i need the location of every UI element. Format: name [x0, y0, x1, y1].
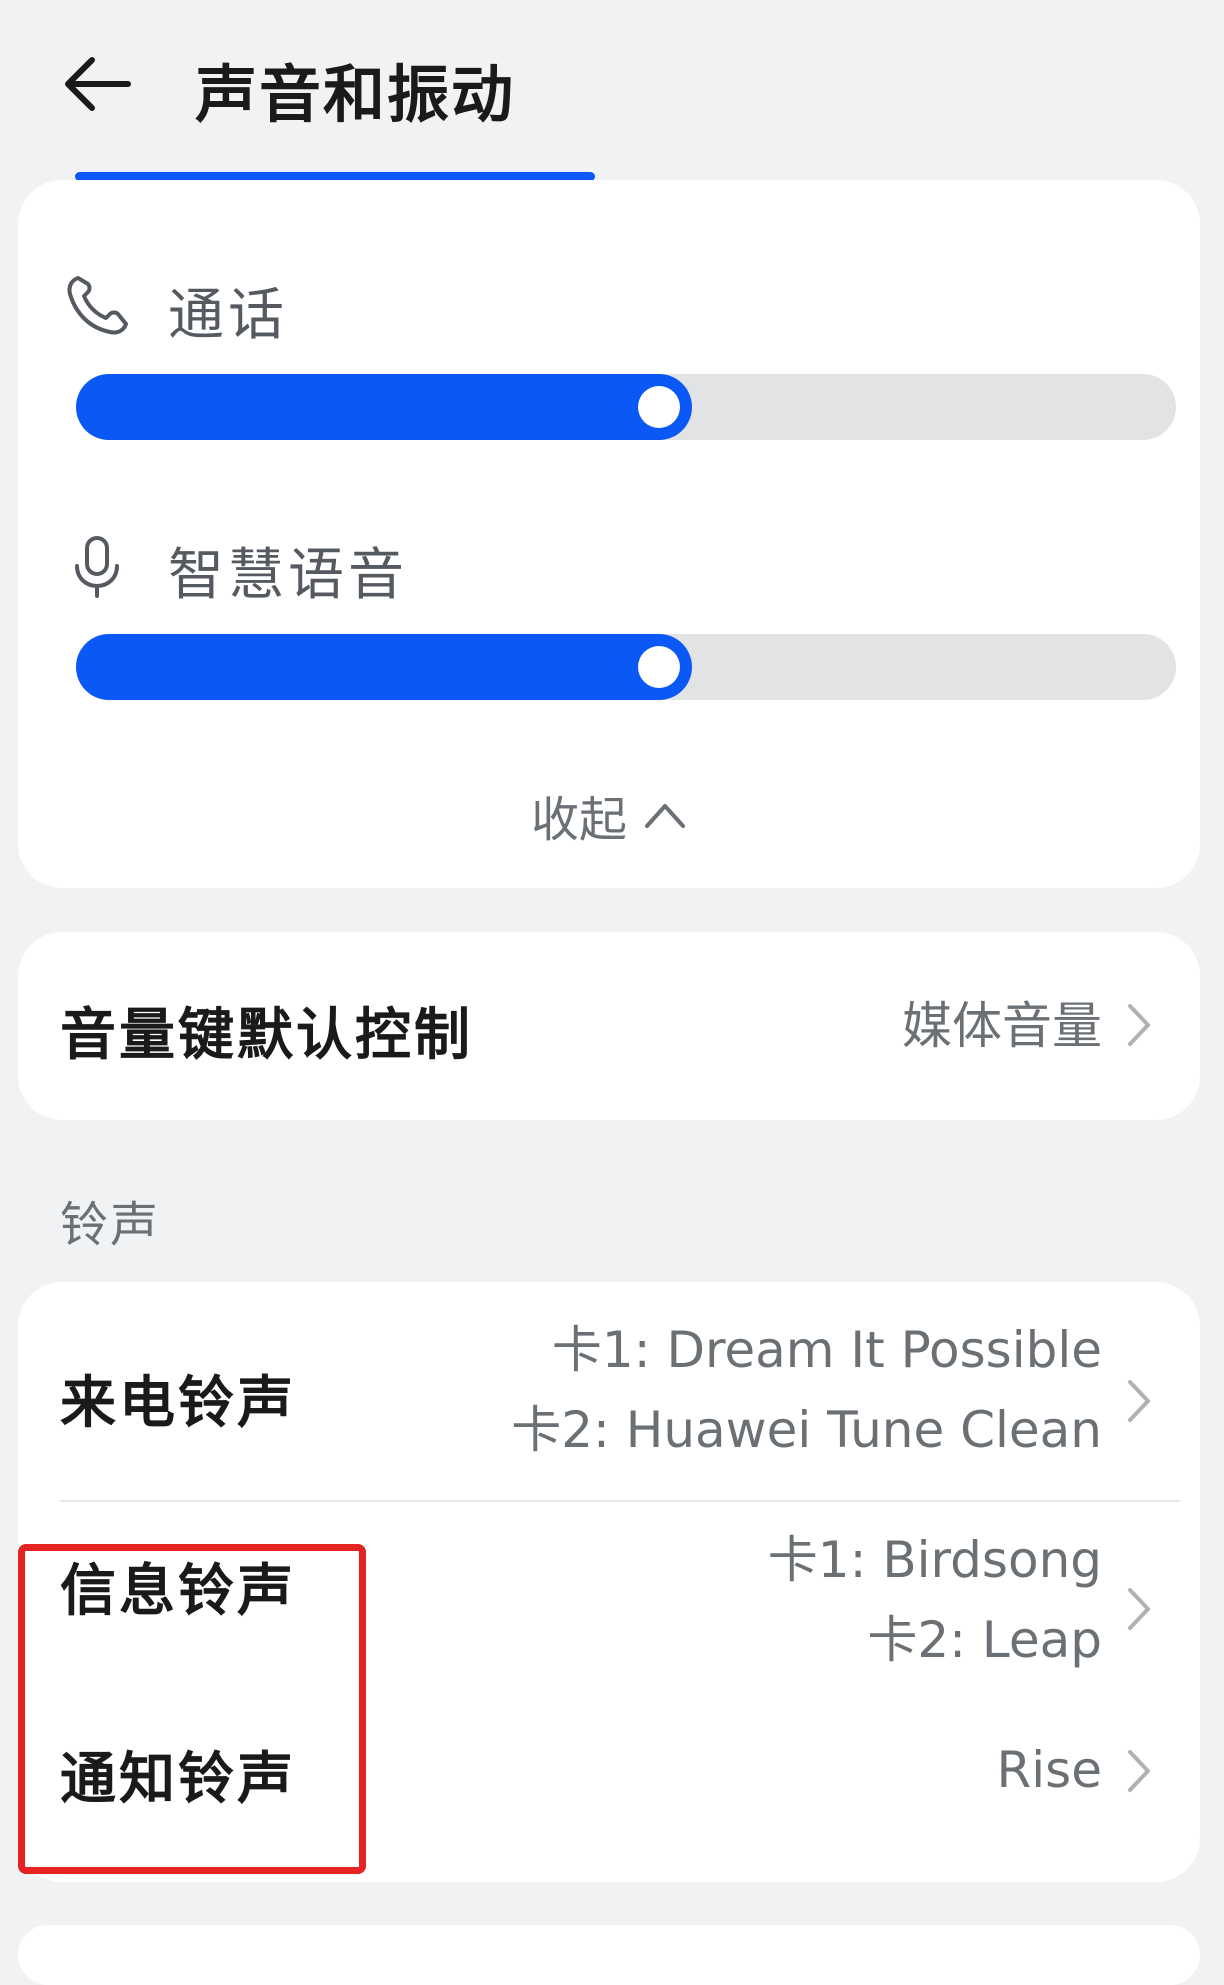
- incoming-ringtone-row[interactable]: 来电铃声 卡1: Dream It Possible 卡2: Huawei Tu…: [18, 1282, 1200, 1500]
- chevron-right-icon: [1128, 1004, 1150, 1046]
- chevron-right-icon: [1128, 1380, 1150, 1422]
- incoming-ringtone-sim1: 卡1: Dream It Possible: [551, 1321, 1102, 1379]
- call-volume-slider[interactable]: [76, 374, 1176, 440]
- call-volume-label: 通话: [168, 283, 288, 348]
- call-volume-fill: [76, 374, 692, 440]
- phone-icon: [67, 276, 128, 335]
- chevron-right-icon: [1128, 1588, 1150, 1630]
- page-title: 声音和振动: [195, 58, 516, 131]
- chevron-up-icon: [645, 804, 685, 828]
- call-volume-thumb[interactable]: [638, 386, 680, 428]
- message-ringtone-values: 卡1: Birdsong 卡2: Leap: [768, 1520, 1102, 1680]
- volume-key-row[interactable]: 音量键默认控制 媒体音量: [18, 932, 1200, 1120]
- back-arrow-icon[interactable]: [62, 52, 134, 116]
- voice-assistant-volume-fill: [76, 634, 692, 700]
- incoming-ringtone-sim2: 卡2: Huawei Tune Clean: [511, 1401, 1102, 1459]
- incoming-ringtone-label: 来电铃声: [60, 1371, 296, 1436]
- message-ringtone-sim2: 卡2: Leap: [867, 1611, 1102, 1669]
- volume-key-value: 媒体音量: [902, 997, 1102, 1055]
- voice-assistant-volume-slider[interactable]: [76, 634, 1176, 700]
- incoming-ringtone-values: 卡1: Dream It Possible 卡2: Huawei Tune Cl…: [511, 1310, 1102, 1470]
- voice-assistant-volume-label: 智慧语音: [168, 543, 408, 608]
- microphone-icon: [75, 536, 119, 598]
- ringtone-section-label: 铃声: [60, 1197, 161, 1253]
- app-header: 声音和振动: [0, 0, 1224, 170]
- highlight-annotation-box: [18, 1544, 366, 1874]
- notification-ringtone-value: Rise: [996, 1741, 1102, 1799]
- chevron-right-icon: [1128, 1750, 1150, 1792]
- volume-card: 通话 智慧语音 收起: [18, 180, 1200, 888]
- voice-assistant-volume-thumb[interactable]: [638, 646, 680, 688]
- collapse-label: 收起: [530, 792, 627, 848]
- collapse-button[interactable]: 收起: [18, 780, 1200, 850]
- next-settings-card: [18, 1925, 1200, 1985]
- message-ringtone-sim1: 卡1: Birdsong: [767, 1531, 1102, 1589]
- volume-key-label: 音量键默认控制: [60, 1003, 473, 1068]
